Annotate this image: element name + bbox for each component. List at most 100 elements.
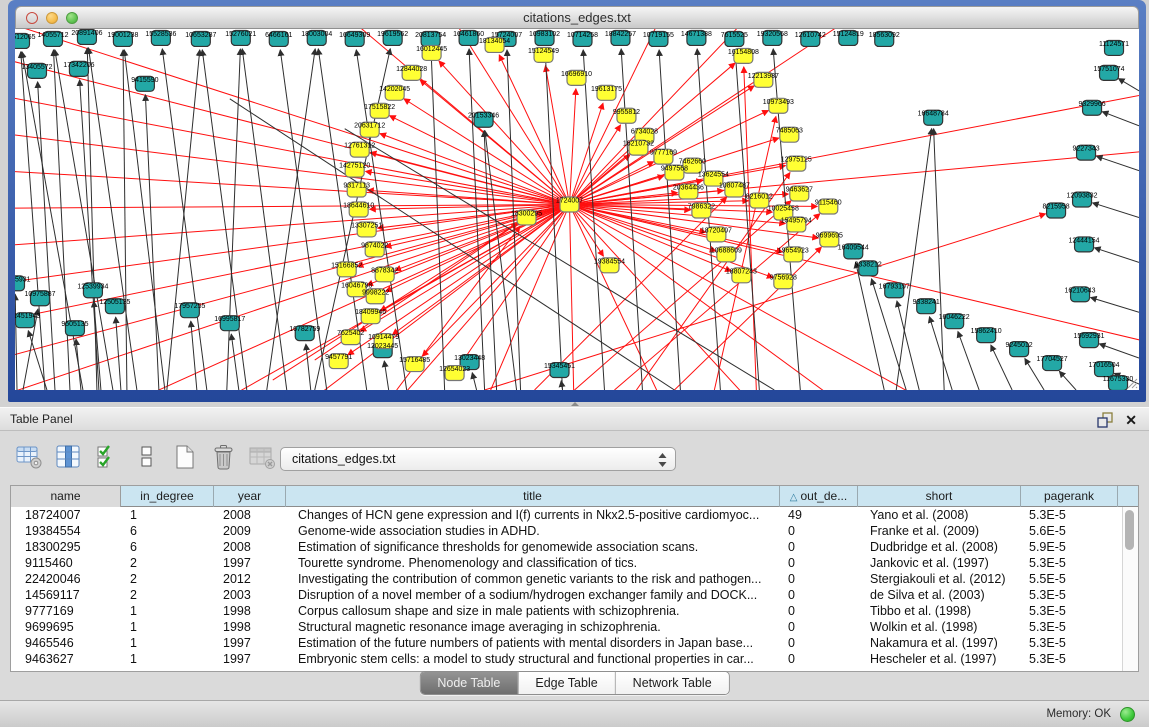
show-column-button[interactable] xyxy=(53,444,83,472)
cell-name: 9463627 xyxy=(11,651,121,667)
network-window-titlebar[interactable]: citations_edges.txt xyxy=(15,6,1139,29)
table-row[interactable]: 1872400712008Changes of HCN gene express… xyxy=(11,507,1138,523)
graph-node-label: 10025458 xyxy=(768,206,799,213)
network-graph[interactable]: 2061206514055712208914061900123815528536… xyxy=(15,29,1139,390)
close-panel-icon[interactable]: ✕ xyxy=(1125,410,1137,430)
select-columns-button[interactable] xyxy=(92,444,122,472)
network-canvas[interactable]: 2061206514055712208914061900123815528536… xyxy=(15,29,1139,390)
table-selector[interactable]: citations_edges.txt xyxy=(280,447,676,471)
graph-node-label: 7986322 xyxy=(688,204,715,211)
graph-node-label: 9998222 xyxy=(362,289,389,296)
cell-out_degree: 0 xyxy=(780,571,858,587)
graph-node-label: 19320568 xyxy=(757,31,788,38)
graph-edge xyxy=(380,205,569,311)
tab-network-table[interactable]: Network Table xyxy=(615,672,729,694)
table-row[interactable]: 911546021997Tourette syndrome. Phenomeno… xyxy=(11,555,1138,571)
graph-edge xyxy=(76,339,81,390)
graph-edge xyxy=(366,171,570,204)
cell-title: Structural magnetic resonance image aver… xyxy=(286,619,780,635)
table-mode-button[interactable] xyxy=(14,444,44,472)
graph-node-label: 17342206 xyxy=(63,62,94,69)
table-row[interactable]: 1456911722003Disruption of a novel membe… xyxy=(11,587,1138,603)
graph-node-label: 8215958 xyxy=(1042,204,1069,211)
table-row[interactable]: 946362711997Embryonic stem cells: a mode… xyxy=(11,651,1138,667)
column-header-in_degree[interactable]: in_degree xyxy=(121,486,214,507)
graph-node-label: 15692931 xyxy=(1074,333,1105,340)
selector-arrows-icon xyxy=(657,452,668,468)
cell-pagerank: 5.5E-5 xyxy=(1021,571,1118,587)
graph-edge xyxy=(230,99,675,390)
graph-node-label: 16409544 xyxy=(838,244,869,251)
graph-node-label: 16046798 xyxy=(341,282,372,289)
graph-node-label: 17957255 xyxy=(174,303,205,310)
graph-edge xyxy=(1093,203,1139,218)
cell-out_degree: 0 xyxy=(780,619,858,635)
graph-node-label: 16210732 xyxy=(623,141,654,148)
column-header-short[interactable]: short xyxy=(858,486,1021,507)
cell-pagerank: 5.6E-5 xyxy=(1021,523,1118,539)
cell-year: 1997 xyxy=(214,651,286,667)
cell-short: Stergiakouli et al. (2012) xyxy=(858,571,1021,587)
table-panel-titlebar: Table Panel ✕ xyxy=(0,407,1149,431)
cell-year: 2008 xyxy=(214,507,286,523)
table-panel-body: f(x) citations_edges.txt namein_degreeye… xyxy=(0,431,1149,700)
graph-node-label: 18409946 xyxy=(355,309,386,316)
table-row[interactable]: 946554611997Estimation of the future num… xyxy=(11,635,1138,651)
table-selector-value: citations_edges.txt xyxy=(292,452,396,466)
graph-edge xyxy=(659,50,680,390)
delete-column-button[interactable] xyxy=(209,444,239,472)
table-row[interactable]: 977716911998Corpus callosum shape and si… xyxy=(11,603,1138,619)
graph-edge xyxy=(575,201,792,390)
status-bar: Memory: OK xyxy=(0,700,1149,727)
graph-edge xyxy=(570,205,975,390)
graph-node-label: 10688609 xyxy=(711,247,742,254)
column-header-pagerank[interactable]: pagerank xyxy=(1021,486,1118,507)
graph-node-label: 14671388 xyxy=(681,31,712,38)
cell-out_degree: 0 xyxy=(780,539,858,555)
graph-edge xyxy=(621,49,642,390)
row-format-button[interactable] xyxy=(131,444,161,472)
create-column-button[interactable] xyxy=(170,444,200,472)
splitter-handle-icon[interactable] xyxy=(571,402,579,406)
graph-node-label: 18134054 xyxy=(479,38,510,45)
table-row[interactable]: 969969511998Structural magnetic resonanc… xyxy=(11,619,1138,635)
resize-grip-icon[interactable] xyxy=(1125,376,1138,389)
graph-node-label: 12213987 xyxy=(748,73,779,80)
graph-node-label: 18003004 xyxy=(301,31,332,38)
cell-title: Estimation of the future numbers of pati… xyxy=(286,635,780,651)
tab-edge-table[interactable]: Edge Table xyxy=(517,672,614,694)
table-row[interactable]: 1830029562008Estimation of significance … xyxy=(11,539,1138,555)
graph-node-label: 15345451 xyxy=(544,363,575,370)
float-panel-icon[interactable] xyxy=(1097,412,1113,428)
cell-name: 14569117 xyxy=(11,587,121,603)
table-row[interactable]: 2242004622012Investigating the contribut… xyxy=(11,571,1138,587)
graph-node-label: 18842257 xyxy=(605,31,636,38)
delete-table-disabled-button[interactable] xyxy=(248,444,278,472)
graph-edge xyxy=(1094,248,1139,263)
cell-in_degree: 1 xyxy=(121,603,214,619)
graph-node-label: 7485063 xyxy=(776,128,803,135)
graph-edge xyxy=(1025,358,1044,390)
table-body: 1872400712008Changes of HCN gene express… xyxy=(11,507,1138,667)
graph-edge xyxy=(472,373,476,390)
scrollbar-thumb[interactable] xyxy=(1125,510,1134,550)
graph-edge xyxy=(469,49,484,390)
graph-node-label: 19613175 xyxy=(591,86,622,93)
cell-in_degree: 2 xyxy=(121,587,214,603)
tab-node-table[interactable]: Node Table xyxy=(420,672,517,694)
cell-pagerank: 5.3E-5 xyxy=(1021,635,1118,651)
column-header-label: title xyxy=(523,489,542,503)
table-scrollbar[interactable] xyxy=(1122,507,1138,671)
column-header-name[interactable]: name xyxy=(11,486,121,507)
graph-node-label: 19384554 xyxy=(594,258,625,265)
graph-node-label: 14055712 xyxy=(37,32,68,39)
graph-edge xyxy=(384,361,388,390)
column-header-title[interactable]: title xyxy=(286,486,780,507)
column-header-out_degree[interactable]: △out_de... xyxy=(780,486,858,507)
cell-short: Dudbridge et al. (2008) xyxy=(858,539,1021,555)
column-header-year[interactable]: year xyxy=(214,486,286,507)
table-row[interactable]: 1938455462009Genome-wide association stu… xyxy=(11,523,1138,539)
graph-node-label: 18300295 xyxy=(511,210,542,217)
graph-node-label: 17515822 xyxy=(364,104,395,111)
graph-node-label: 13023448 xyxy=(454,355,485,362)
